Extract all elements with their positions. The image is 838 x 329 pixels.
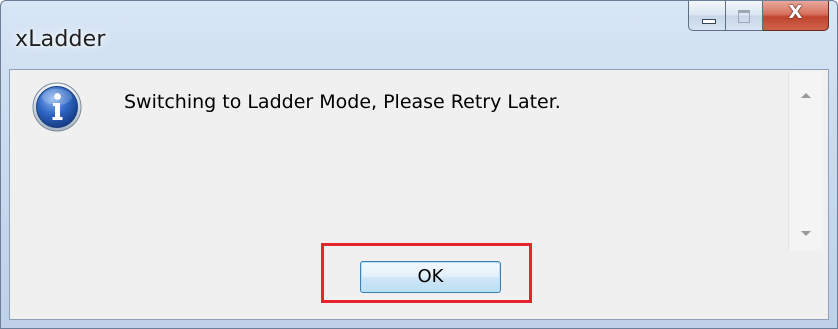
close-button[interactable]: X bbox=[763, 1, 829, 31]
minimize-icon bbox=[702, 19, 716, 24]
close-icon: X bbox=[788, 2, 803, 23]
scroll-up-icon[interactable] bbox=[801, 93, 811, 98]
info-icon bbox=[32, 82, 82, 132]
scroll-down-icon[interactable] bbox=[801, 231, 811, 236]
dialog-body: Switching to Ladder Mode, Please Retry L… bbox=[9, 69, 829, 320]
maximize-button bbox=[726, 1, 763, 31]
dialog-message: Switching to Ladder Mode, Please Retry L… bbox=[124, 91, 561, 113]
window-title: xLadder bbox=[15, 27, 106, 52]
dialog-window: xLadder X Switching to Ladder Mode, Plea… bbox=[0, 0, 838, 329]
ok-button[interactable]: OK bbox=[360, 261, 501, 293]
caption-buttons: X bbox=[688, 1, 829, 31]
maximize-icon bbox=[738, 10, 750, 23]
vertical-scrollbar[interactable] bbox=[788, 71, 823, 251]
minimize-button[interactable] bbox=[688, 1, 726, 31]
title-bar[interactable]: xLadder X bbox=[1, 1, 837, 69]
